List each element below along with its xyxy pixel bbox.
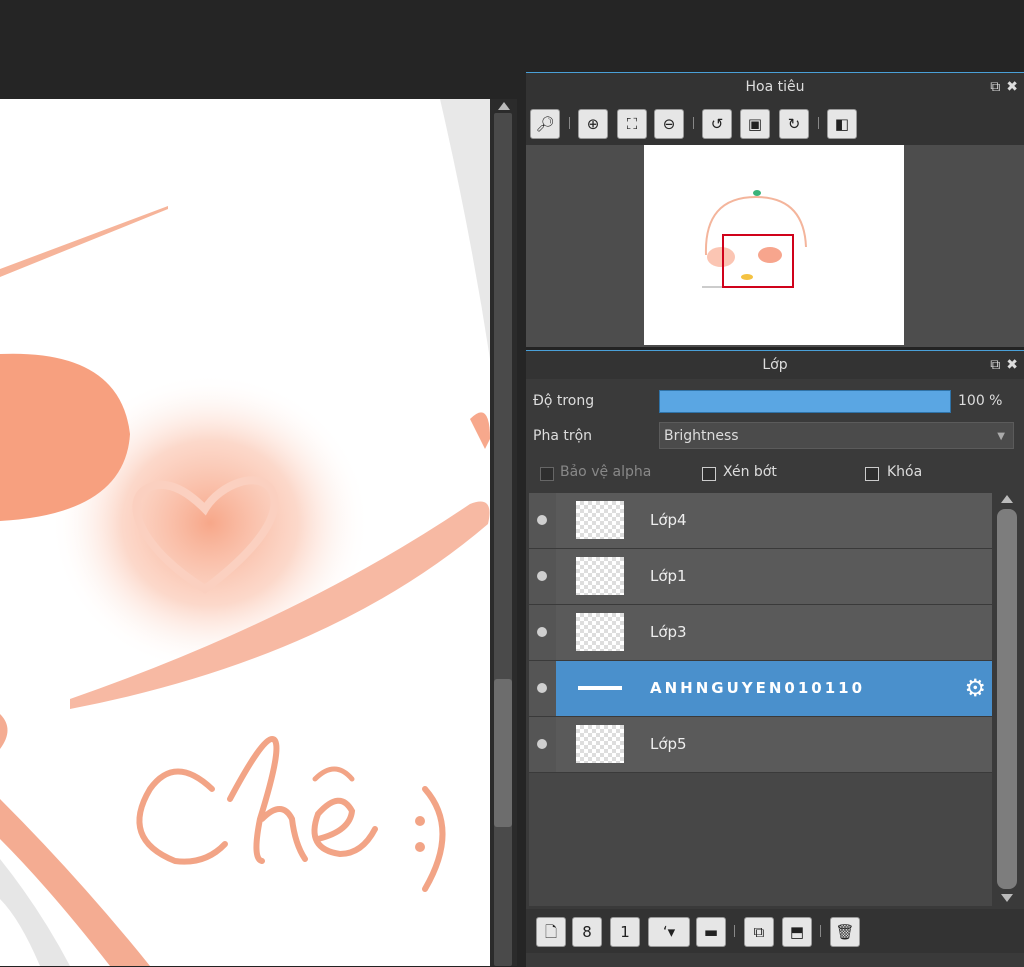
protect-alpha-checkbox[interactable] xyxy=(540,467,554,481)
blend-label: Pha trộn xyxy=(533,428,593,444)
visibility-toggle[interactable] xyxy=(529,493,556,548)
reset-rotation-icon[interactable]: ▣ xyxy=(740,109,770,139)
fit-window-icon[interactable]: ⛶ xyxy=(617,109,647,139)
visibility-toggle[interactable] xyxy=(529,605,556,660)
zoom-out-icon[interactable]: ⊖ xyxy=(654,109,684,139)
artwork xyxy=(0,99,490,966)
rotate-right-icon[interactable]: ↻ xyxy=(779,109,809,139)
visibility-toggle[interactable] xyxy=(529,549,556,604)
panel-header: Lớp ⧉ ✖ xyxy=(526,351,1024,379)
navigator-title: Hoa tiêu xyxy=(745,79,805,95)
layer-name: Lớp4 xyxy=(650,511,687,529)
layer-thumbnail xyxy=(576,613,624,651)
opacity-value: 100 % xyxy=(958,393,1003,409)
scrollbar-thumb[interactable] xyxy=(494,679,512,827)
eye-icon[interactable] xyxy=(537,515,547,525)
eye-icon[interactable] xyxy=(537,571,547,581)
close-icon[interactable]: ✖ xyxy=(1006,357,1018,373)
lock-checkbox[interactable] xyxy=(865,467,879,481)
blend-mode-select[interactable]: Brightness ▼ xyxy=(659,422,1014,449)
undock-icon[interactable]: ⧉ xyxy=(990,357,1000,373)
layers-panel: Lớp ⧉ ✖ Độ trong 100 % Pha trộn Brightnes… xyxy=(526,350,1024,967)
merge-layer-icon[interactable]: ⬒ xyxy=(782,917,812,947)
layers-title: Lớp xyxy=(762,357,788,373)
opacity-slider[interactable] xyxy=(659,390,951,413)
canvas-scrollbar[interactable] xyxy=(490,99,517,966)
layer-thumbnail xyxy=(576,501,624,539)
blend-mode-value: Brightness xyxy=(664,428,739,444)
layer-name: Lớp5 xyxy=(650,735,687,753)
scrollbar-track[interactable] xyxy=(494,113,512,966)
chevron-down-icon: ▼ xyxy=(997,431,1005,442)
toolbar-divider xyxy=(693,117,694,129)
layer-item-selected[interactable]: ANHNGUYEN010110 ⚙ xyxy=(529,661,992,717)
layer-list: Lớp4 Lớp1 Lớp3 ANHNGUYEN010110 ⚙ Lớp5 xyxy=(529,493,992,906)
eye-icon[interactable] xyxy=(537,683,547,693)
visibility-toggle[interactable] xyxy=(529,661,556,716)
drawing-canvas[interactable] xyxy=(0,99,490,966)
panel-header: Hoa tiêu ⧉ ✖ xyxy=(526,73,1024,101)
layer-thumbnail xyxy=(576,669,624,707)
navigator-preview xyxy=(702,190,807,288)
navigator-view[interactable] xyxy=(526,145,1024,347)
flip-horizontal-icon[interactable]: ◧ xyxy=(827,109,857,139)
lock-label: Khóa xyxy=(887,464,923,480)
layer-name: ANHNGUYEN010110 xyxy=(650,679,866,697)
layer-item[interactable]: Lớp1 xyxy=(529,549,992,605)
layer-item[interactable]: Lớp4 xyxy=(529,493,992,549)
duplicate-layer-icon[interactable]: ⧉ xyxy=(744,917,774,947)
new-8bit-layer-icon[interactable]: 8 xyxy=(572,917,602,947)
opacity-label: Độ trong xyxy=(533,393,595,409)
eye-icon[interactable] xyxy=(537,627,547,637)
layer-thumbnail xyxy=(576,725,624,763)
undock-icon[interactable]: ⧉ xyxy=(990,79,1000,95)
layer-name: Lớp1 xyxy=(650,567,687,585)
scroll-down-arrow-icon[interactable] xyxy=(1001,894,1013,902)
visibility-toggle[interactable] xyxy=(529,717,556,772)
protect-alpha-label: Bảo vệ alpha xyxy=(560,464,652,480)
toolbar-divider xyxy=(820,925,821,937)
gear-icon[interactable]: ⚙ xyxy=(964,675,986,701)
scrollbar-thumb[interactable] xyxy=(997,509,1017,889)
eye-icon[interactable] xyxy=(537,739,547,749)
layer-item[interactable]: Lớp3 xyxy=(529,605,992,661)
add-layer-menu-icon[interactable]: ʻ▾ xyxy=(648,917,690,947)
rotate-left-icon[interactable]: ↺ xyxy=(702,109,732,139)
trash-icon[interactable]: 🗑 xyxy=(830,917,860,947)
layer-thumbnail xyxy=(576,557,624,595)
clipping-label: Xén bớt xyxy=(723,464,777,480)
top-bar xyxy=(0,0,1024,72)
new-1bit-layer-icon[interactable]: 1 xyxy=(610,917,640,947)
toolbar-divider xyxy=(818,117,819,129)
scroll-up-arrow-icon[interactable] xyxy=(498,102,510,110)
navigator-panel: Hoa tiêu ⧉ ✖ 🔎︎ ⊕ ⛶ ⊖ ↺ ▣ ↻ ◧ xyxy=(526,72,1024,347)
new-layer-icon[interactable]: 🗋 xyxy=(536,917,566,947)
close-icon[interactable]: ✖ xyxy=(1006,79,1018,95)
layer-name: Lớp3 xyxy=(650,623,687,641)
scroll-up-arrow-icon[interactable] xyxy=(1001,495,1013,503)
layer-scrollbar[interactable] xyxy=(995,493,1019,906)
navigator-toolbar: 🔎︎ ⊕ ⛶ ⊖ ↺ ▣ ↻ ◧ xyxy=(526,101,1024,145)
toolbar-divider xyxy=(734,925,735,937)
clipping-checkbox[interactable] xyxy=(702,467,716,481)
navigator-thumbnail[interactable] xyxy=(644,145,904,345)
zoom-in-icon[interactable]: ⊕ xyxy=(578,109,608,139)
layer-item[interactable]: Lớp5 xyxy=(529,717,992,773)
folder-icon[interactable]: ▬ xyxy=(696,917,726,947)
layer-toolbar: 🗋 8 1 ʻ▾ ▬ ⧉ ⬒ 🗑 xyxy=(526,909,1024,953)
toolbar-divider xyxy=(569,117,570,129)
zoom-actual-icon[interactable]: 🔎︎ xyxy=(530,109,560,139)
